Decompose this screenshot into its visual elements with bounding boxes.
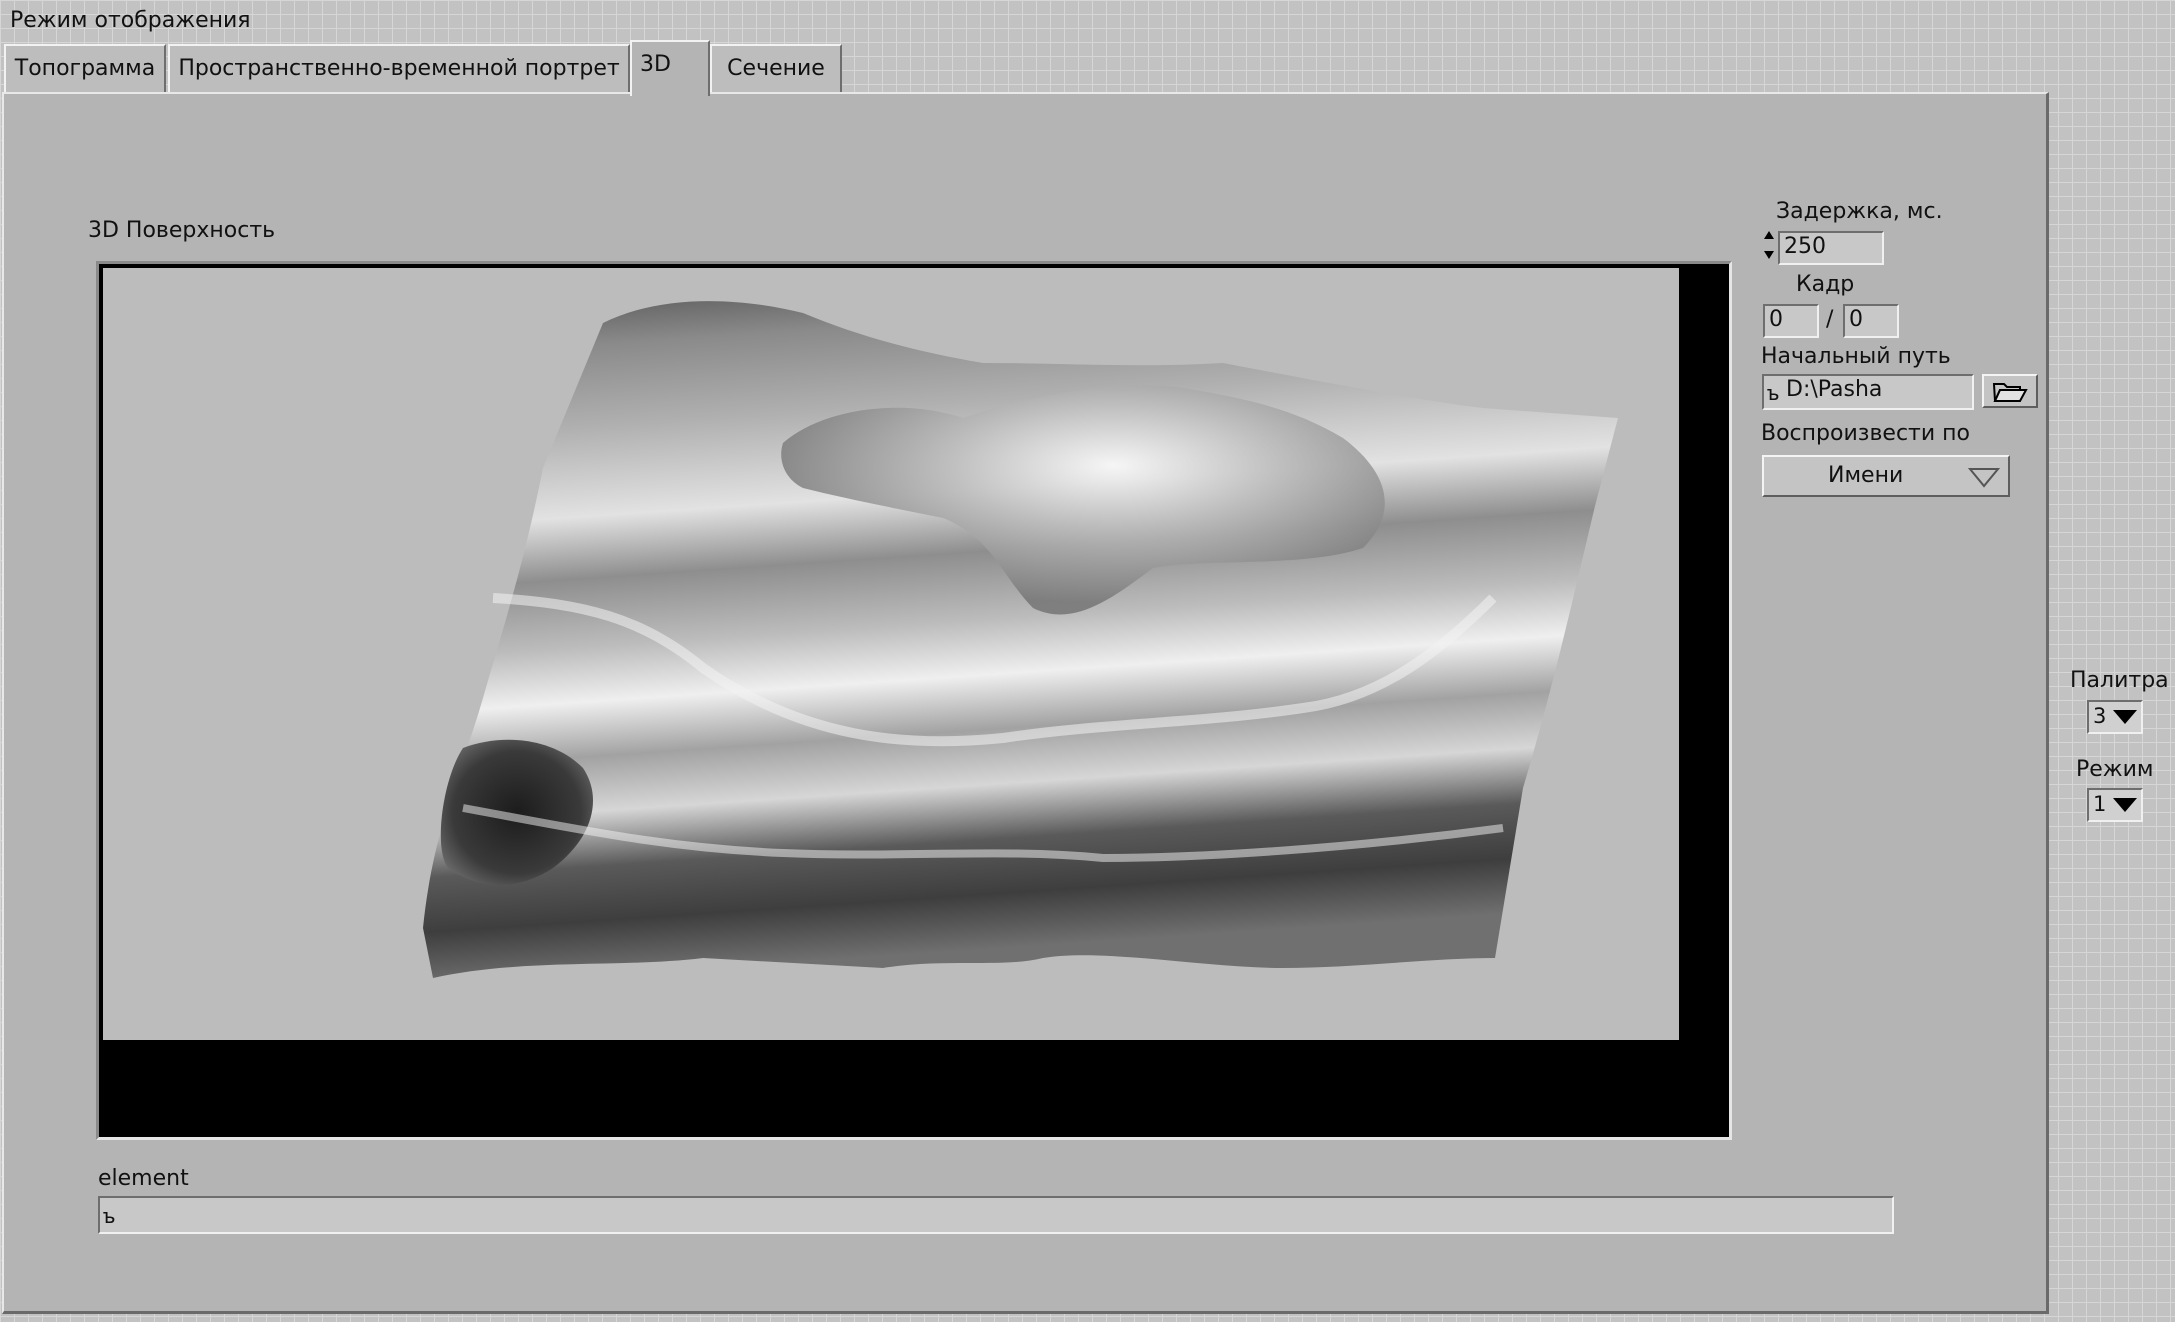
tab-topogram-label: Топограмма xyxy=(14,56,156,81)
plot-label: 3D Поверхность xyxy=(88,218,276,243)
mode-dropdown-icon[interactable] xyxy=(2113,798,2137,812)
frame-total-field: 0 xyxy=(1843,304,1899,338)
frame-label: Кадр xyxy=(1796,272,1855,297)
tab-3d-label: 3D xyxy=(640,52,671,77)
palette-label: Палитра xyxy=(2070,668,2169,693)
path-icon: ъ xyxy=(1767,381,1780,405)
browse-button[interactable] xyxy=(1982,374,2038,408)
frame-separator: / xyxy=(1826,307,1834,332)
mode-ring[interactable]: 1 xyxy=(2087,788,2143,822)
tab-section-label: Сечение xyxy=(727,56,825,81)
surface-canvas[interactable] xyxy=(103,268,1679,1040)
tab-section[interactable]: Сечение xyxy=(710,44,842,94)
palette-ring[interactable]: 3 xyxy=(2087,700,2143,734)
mode-value: 1 xyxy=(2093,792,2107,816)
delay-input[interactable]: 250 xyxy=(1778,231,1884,265)
chevron-down-icon xyxy=(1968,468,2000,488)
start-path-value: D:\Pasha xyxy=(1786,377,1883,402)
element-path-input[interactable]: ъ xyxy=(98,1196,1894,1234)
delay-label: Задержка, мс. xyxy=(1776,199,1943,224)
element-path-icon: ъ xyxy=(103,1204,116,1228)
play-by-value: Имени xyxy=(1828,463,1904,488)
surface-3d-render xyxy=(423,301,1618,978)
tab-space-time-portrait[interactable]: Пространственно-временной портрет xyxy=(168,44,630,94)
tab-topogram[interactable]: Топограмма xyxy=(4,44,166,94)
play-by-dropdown[interactable]: Имени xyxy=(1762,455,2010,497)
play-by-label: Воспроизвести по xyxy=(1761,421,1970,446)
mode-label: Режим xyxy=(2076,757,2154,782)
palette-dropdown-icon[interactable] xyxy=(2113,710,2137,724)
frame-current-field: 0 xyxy=(1763,304,1819,338)
delay-stepper[interactable] xyxy=(1762,229,1776,265)
palette-value: 3 xyxy=(2093,704,2107,728)
element-label: element xyxy=(98,1166,189,1191)
start-path-label: Начальный путь xyxy=(1761,344,1951,369)
surface-plot[interactable] xyxy=(96,261,1732,1140)
down-arrow-icon[interactable] xyxy=(1764,251,1774,259)
up-arrow-icon[interactable] xyxy=(1764,231,1774,239)
window-title: Режим отображения xyxy=(10,8,251,33)
tab-space-time-portrait-label: Пространственно-временной портрет xyxy=(178,56,620,81)
tab-3d[interactable]: 3D xyxy=(630,40,710,96)
start-path-input[interactable]: ъ D:\Pasha xyxy=(1762,374,1974,410)
folder-open-icon xyxy=(1992,383,2028,402)
